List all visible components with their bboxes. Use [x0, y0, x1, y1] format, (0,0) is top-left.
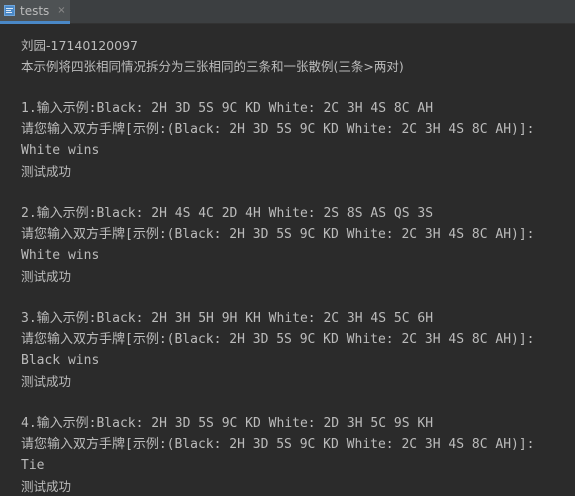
tab-tests[interactable]: tests ×: [0, 0, 70, 24]
console-line: 本示例将四张相同情况拆分为三张相同的三条和一张散例(三条>两对): [21, 59, 404, 74]
console-line: 2.输入示例:Black: 2H 4S 4C 2D 4H White: 2S 8…: [21, 206, 434, 221]
console-line: White wins: [21, 248, 100, 263]
console-line: 刘园-17140120097: [21, 38, 138, 53]
console-line: White wins: [21, 143, 100, 158]
console-line: Black wins: [21, 353, 100, 368]
console-line: 3.输入示例:Black: 2H 3H 5H 9H KH White: 2C 3…: [21, 311, 434, 326]
console-line: Tie: [21, 458, 45, 473]
console-line: 请您输入双方手牌[示例:(Black: 2H 3D 5S 9C KD White…: [21, 227, 535, 242]
console-output[interactable]: 刘园-17140120097 本示例将四张相同情况拆分为三张相同的三条和一张散例…: [0, 24, 575, 496]
console-lines: 刘园-17140120097 本示例将四张相同情况拆分为三张相同的三条和一张散例…: [21, 24, 535, 496]
tab-label: tests: [20, 3, 50, 18]
console-line: 请您输入双方手牌[示例:(Black: 2H 3D 5S 9C KD White…: [21, 332, 535, 347]
console-line: 测试成功: [21, 479, 72, 494]
console-line: 1.输入示例:Black: 2H 3D 5S 9C KD White: 2C 3…: [21, 101, 434, 116]
console-line: 4.输入示例:Black: 2H 3D 5S 9C KD White: 2D 3…: [21, 416, 434, 431]
console-line: 请您输入双方手牌[示例:(Black: 2H 3D 5S 9C KD White…: [21, 122, 535, 137]
close-icon[interactable]: ×: [57, 5, 65, 16]
console-output-icon: [4, 5, 15, 16]
run-tab-bar: tests ×: [0, 0, 575, 24]
console-line: 测试成功: [21, 269, 72, 284]
console-line: 测试成功: [21, 374, 72, 389]
console-line: 请您输入双方手牌[示例:(Black: 2H 3D 5S 9C KD White…: [21, 437, 535, 452]
console-line: 测试成功: [21, 164, 72, 179]
